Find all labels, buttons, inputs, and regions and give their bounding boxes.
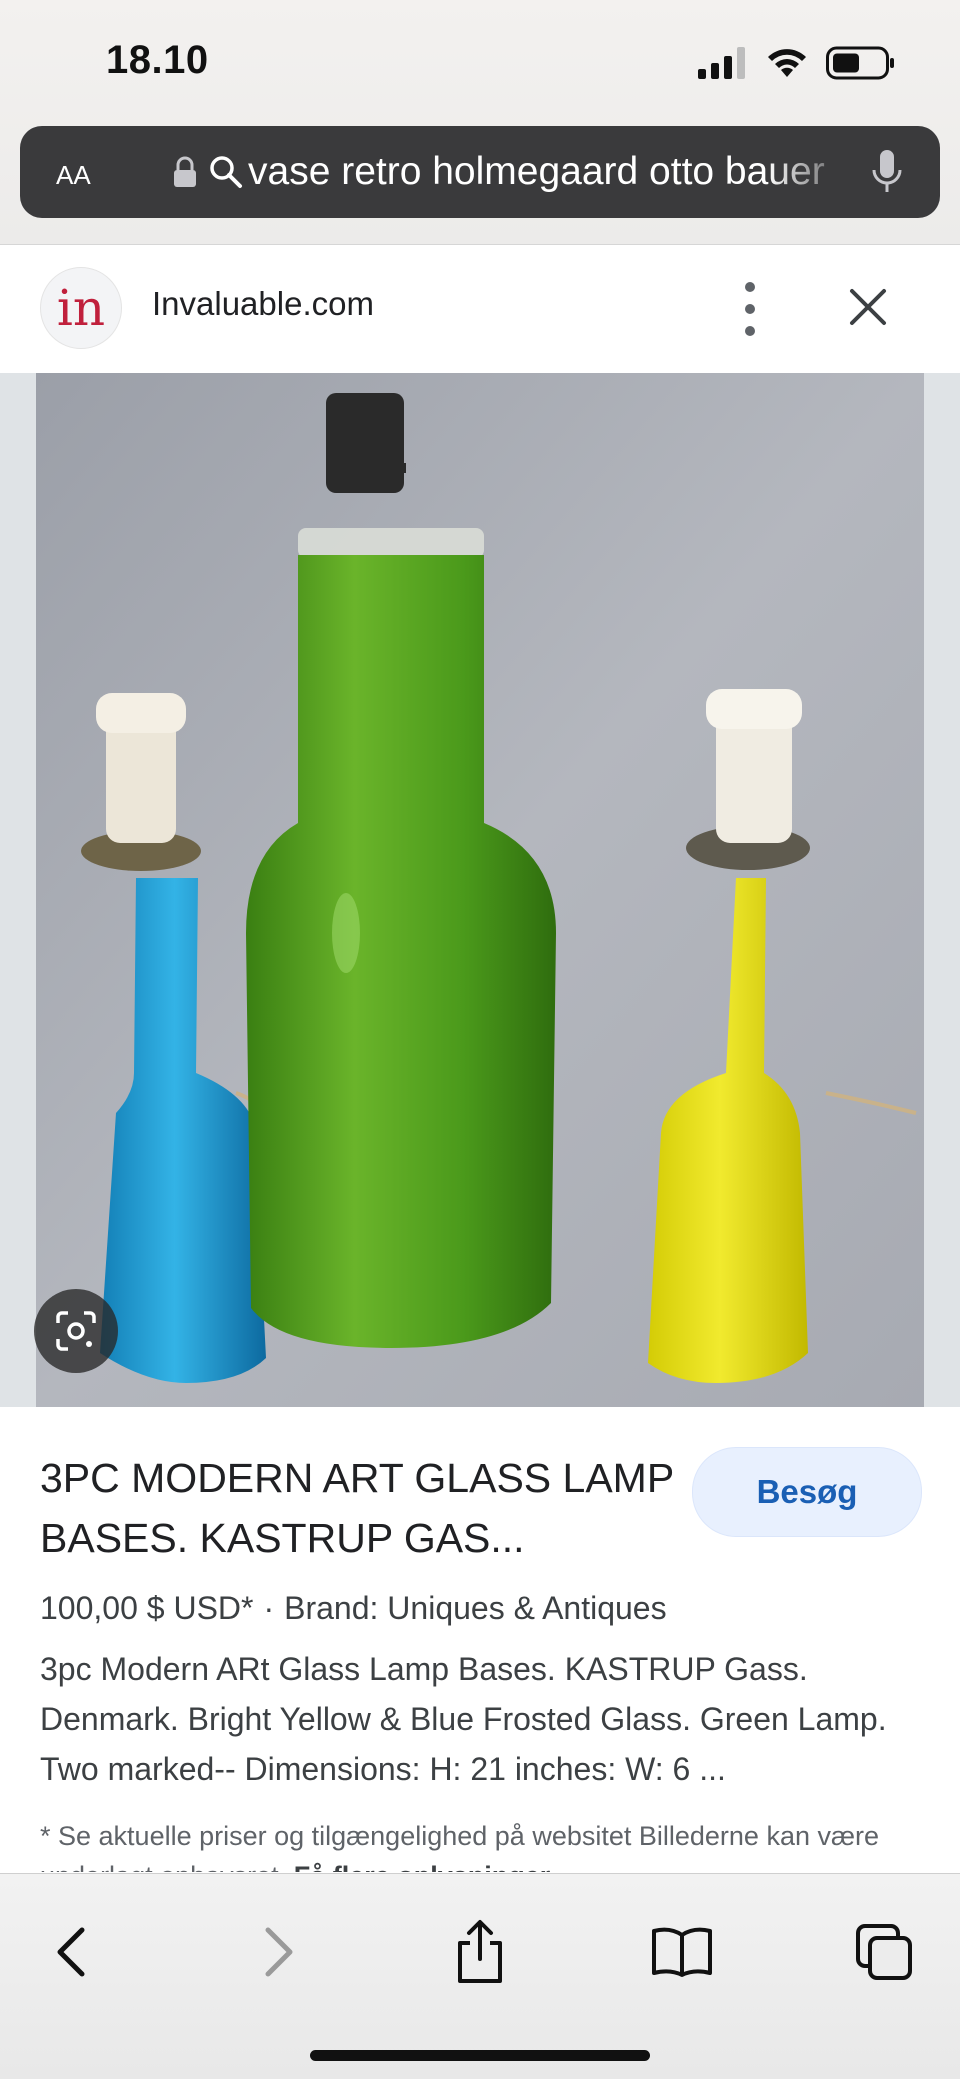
chevron-left-icon <box>57 1927 85 1977</box>
site-header: in Invaluable.com <box>0 245 960 373</box>
disclaimer: * Se aktuelle priser og tilgængelighed p… <box>40 1816 920 1872</box>
search-query-text[interactable]: vase retro holmegaard otto bauer <box>248 126 858 218</box>
home-indicator <box>310 2050 650 2061</box>
aa-label: AA <box>56 160 91 190</box>
browser-toolbar <box>0 1873 960 2079</box>
separator: · <box>263 1590 275 1626</box>
share-button[interactable] <box>442 1914 518 1990</box>
price-brand-line: 100,00 $ USD* · Brand: Uniques & Antiques <box>40 1590 667 1627</box>
result-description: 3pc Modern ARt Glass Lamp Bases. KASTRUP… <box>40 1651 887 1787</box>
price: 100,00 $ USD* <box>40 1590 254 1626</box>
back-button[interactable] <box>34 1914 110 1990</box>
result-title[interactable]: 3PC MODERN ART GLASS LAMP BASES. KASTRUP… <box>40 1448 680 1568</box>
product-photo[interactable] <box>36 373 924 1407</box>
image-viewer[interactable] <box>0 373 960 1407</box>
battery-icon <box>826 46 894 80</box>
lens-icon <box>56 1311 96 1351</box>
tabs-icon <box>856 1924 912 1980</box>
status-time: 18.10 <box>106 38 209 82</box>
site-logo[interactable]: in <box>40 267 122 349</box>
chevron-right-icon <box>265 1927 293 1977</box>
share-icon <box>458 1920 502 1983</box>
more-info-link[interactable]: Få flere oplysninger <box>294 1861 551 1872</box>
brand: Brand: Uniques & Antiques <box>284 1590 667 1626</box>
status-icons <box>698 46 896 80</box>
address-bar[interactable]: AA vase retro holmegaard otto bauer <box>20 126 940 218</box>
wifi-icon <box>768 49 806 77</box>
cellular-signal-icon <box>698 47 745 79</box>
visual-search-button[interactable] <box>34 1289 118 1373</box>
close-icon[interactable] <box>846 285 890 329</box>
browser-top-chrome: 18.10 AA vase retro holmegaard otto baue… <box>0 0 960 245</box>
search-icon <box>210 156 242 188</box>
lock-icon <box>174 156 196 187</box>
microphone-icon[interactable] <box>870 148 904 196</box>
site-name[interactable]: Invaluable.com <box>152 285 374 323</box>
book-icon <box>652 1927 712 1977</box>
more-options-icon[interactable] <box>736 269 764 349</box>
forward-button[interactable] <box>240 1914 316 1990</box>
visit-button[interactable]: Besøg <box>692 1447 922 1537</box>
reader-settings-button[interactable]: AA <box>56 126 91 218</box>
bookmarks-button[interactable] <box>644 1914 720 1990</box>
tabs-button[interactable] <box>846 1914 922 1990</box>
